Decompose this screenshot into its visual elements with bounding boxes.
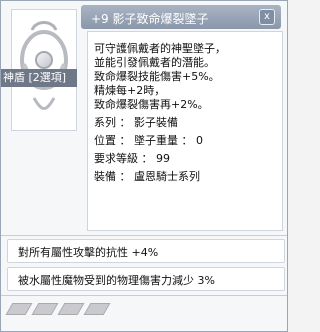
card-slot-1[interactable]	[5, 303, 33, 315]
card-slot-4[interactable]	[83, 303, 111, 315]
desc-line-8: 要求等級 ： 99	[94, 152, 170, 165]
card-slots	[5, 303, 129, 319]
option-card-1: 對所有屬性攻擊的抗性 +4%	[7, 239, 285, 263]
option-text-1: 對所有屬性攻擊的抗性 +4%	[18, 246, 159, 259]
desc-line-7: 位置 ： 墜子重量 ： 0	[94, 134, 203, 147]
desc-line-9: 裝備 ： 盧恩騎士系列	[94, 170, 200, 183]
divider-2	[1, 295, 287, 296]
close-button[interactable]: x	[259, 9, 275, 25]
title-bar[interactable]: +9 影子致命爆裂墜子 x	[81, 5, 281, 29]
item-info-window: +9 影子致命爆裂墜子 x 神盾 [2選項] 可守護佩戴者的神聖墜子， 並能引發…	[0, 0, 288, 332]
divider	[1, 235, 287, 236]
card-slot-3[interactable]	[57, 303, 85, 315]
card-slot-2[interactable]	[31, 303, 59, 315]
desc-line-6: 系列 ： 影子裝備	[94, 116, 178, 129]
desc-line-5: 致命爆裂傷害再+2%。	[94, 98, 209, 111]
option-badge: 神盾 [2選項]	[1, 69, 77, 87]
description-panel: 可守護佩戴者的神聖墜子， 並能引發佩戴者的潛能。 致命爆裂技能傷害+5%。 精煉…	[87, 31, 283, 231]
item-title: +9 影子致命爆裂墜子	[91, 12, 209, 26]
option-card-2: 被水屬性魔物受到的物理傷害力減少 3%	[7, 267, 285, 291]
close-icon: x	[264, 11, 270, 22]
option-text-2: 被水屬性魔物受到的物理傷害力減少 3%	[18, 274, 215, 287]
